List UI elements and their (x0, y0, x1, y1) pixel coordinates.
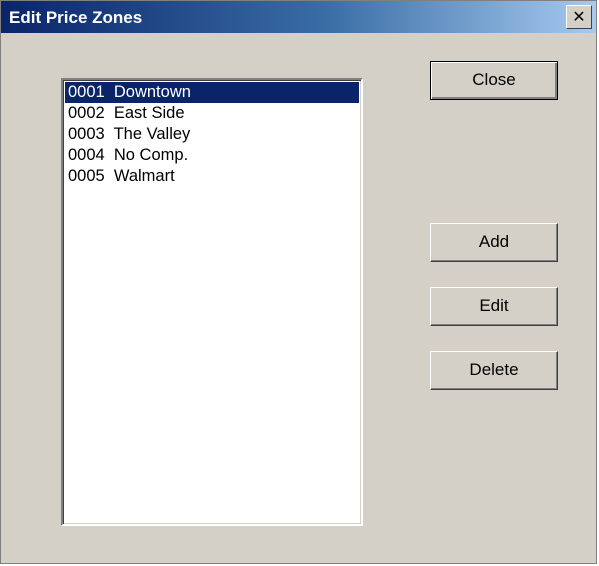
add-button[interactable]: Add (430, 223, 558, 262)
close-icon: ✕ (572, 7, 586, 26)
list-item[interactable]: 0004 No Comp. (65, 145, 359, 166)
edit-price-zones-dialog: Edit Price Zones ✕ 0001 Downtown 0002 Ea… (0, 0, 597, 564)
list-item[interactable]: 0002 East Side (65, 103, 359, 124)
delete-button[interactable]: Delete (430, 351, 558, 390)
list-item[interactable]: 0005 Walmart (65, 166, 359, 187)
edit-button[interactable]: Edit (430, 287, 558, 326)
close-window-button[interactable]: ✕ (566, 5, 592, 29)
close-button[interactable]: Close (430, 61, 558, 100)
list-item[interactable]: 0003 The Valley (65, 124, 359, 145)
price-zone-list[interactable]: 0001 Downtown 0002 East Side 0003 The Va… (61, 78, 363, 526)
list-item[interactable]: 0001 Downtown (65, 82, 359, 103)
window-title: Edit Price Zones (9, 8, 143, 27)
title-bar[interactable]: Edit Price Zones ✕ (1, 1, 596, 33)
